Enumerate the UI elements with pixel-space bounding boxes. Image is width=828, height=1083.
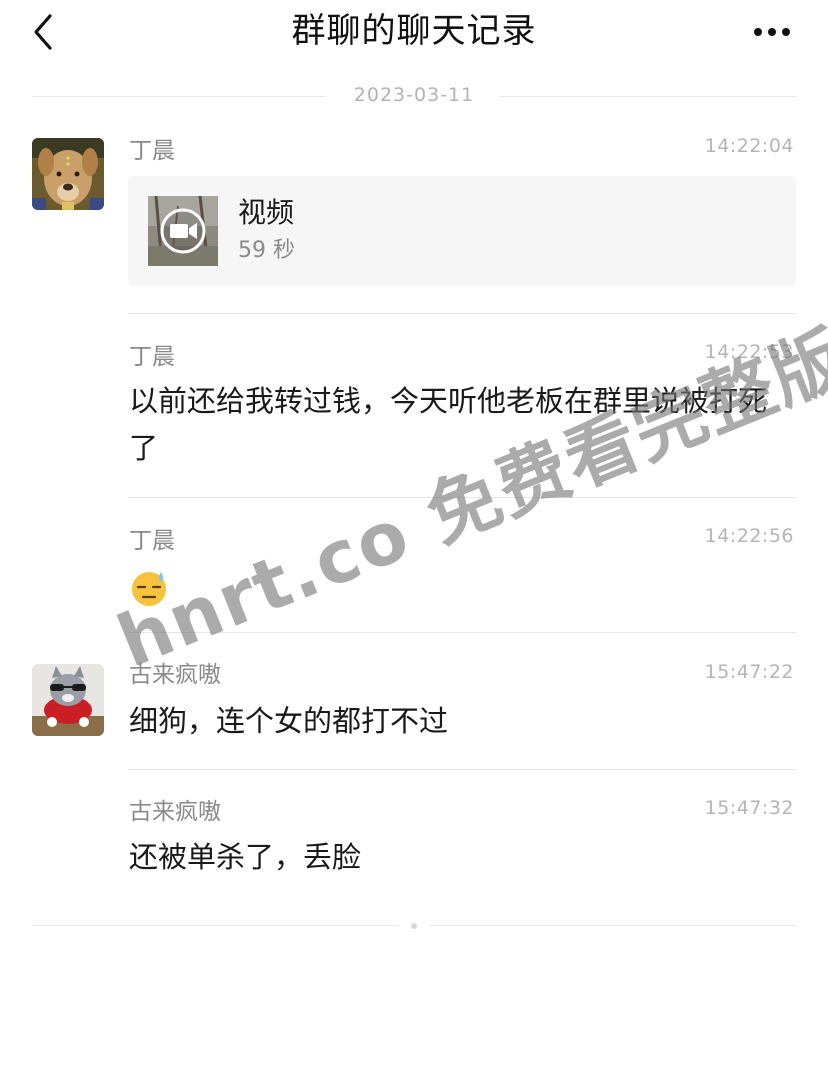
divider-line: [430, 925, 796, 926]
chat-history-page: 群聊的聊天记录 2023-03-11 丁晨 14:22:04 视频 59 秒 丁…: [0, 0, 828, 1083]
page-title: 群聊的聊天记录: [291, 11, 537, 51]
sweat-emoji-icon: [132, 572, 166, 606]
video-thumbnail: [148, 196, 218, 266]
message-time: 15:47:32: [704, 797, 794, 819]
video-title: 视频: [238, 196, 295, 229]
sender-name: 丁晨: [129, 138, 175, 164]
sender-name: 丁晨: [129, 528, 175, 554]
divider-dot: [411, 923, 417, 929]
date-divider: 2023-03-11: [32, 80, 796, 112]
date-label: 2023-03-11: [353, 84, 475, 106]
more-dots-icon[interactable]: [752, 18, 796, 46]
message-time: 14:22:56: [704, 525, 794, 547]
end-divider: [32, 918, 796, 934]
message-text: 以前还给我转过钱，今天听他老板在群里说被打死了: [129, 384, 768, 465]
message-time: 14:22:04: [704, 135, 794, 157]
divider-line: [500, 96, 796, 97]
video-duration: 59 秒: [238, 238, 295, 263]
message-time: 14:22:53: [704, 341, 794, 363]
message-text: 细狗，连个女的都打不过: [129, 704, 449, 738]
divider-line: [32, 925, 398, 926]
message-text: 还被单杀了，丢脸: [129, 840, 362, 874]
avatar-cat[interactable]: [32, 664, 104, 736]
nav-header: 群聊的聊天记录: [0, 0, 828, 70]
message-separator: [128, 497, 796, 498]
message-separator: [128, 769, 796, 770]
play-video-icon: [160, 208, 206, 254]
sender-name: 丁晨: [129, 344, 175, 370]
avatar-dog[interactable]: [32, 138, 104, 210]
message-separator: [128, 313, 796, 314]
video-message-card[interactable]: 视频 59 秒: [128, 176, 796, 286]
message-time: 15:47:22: [704, 661, 794, 683]
sender-name: 古来疯嗷: [129, 799, 221, 825]
message-separator: [128, 632, 796, 633]
sender-name: 古来疯嗷: [129, 662, 221, 688]
